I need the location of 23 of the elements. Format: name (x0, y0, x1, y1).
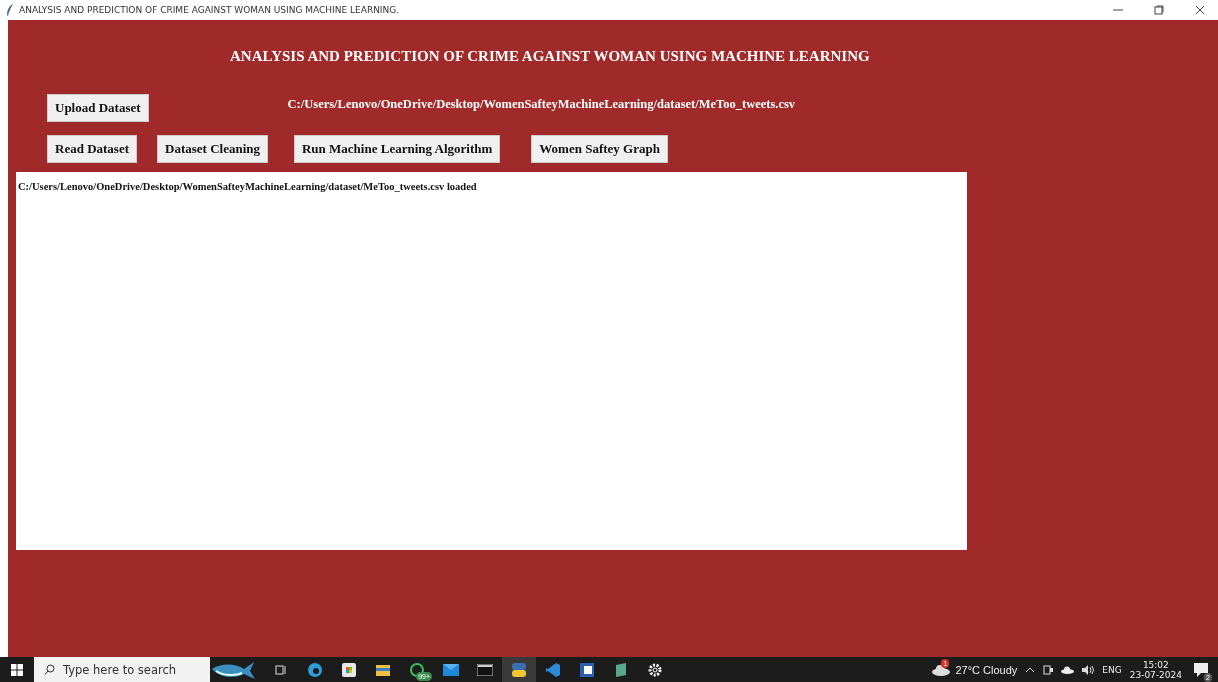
message-icon (1194, 662, 1208, 677)
action-button[interactable]: Women Saftey Graph (531, 135, 668, 163)
language-indicator[interactable]: ENG (1102, 664, 1122, 675)
action-button[interactable]: Read Dataset (47, 135, 137, 163)
upload-dataset-button[interactable]: Upload Dataset (47, 94, 149, 122)
output-text-area[interactable]: C:/Users/Lenovo/OneDrive/Desktop/WomenSafteyMachineLearning/dataset/MeToo_tweets.csv loaded (16, 172, 967, 550)
close-icon (1195, 5, 1205, 15)
cloud-icon (932, 663, 951, 676)
clock[interactable]: 15:02 23-07-2024 (1129, 659, 1182, 680)
action-button[interactable]: Dataset Cleaning (157, 135, 268, 163)
windows-logo-icon (11, 663, 23, 676)
search-field[interactable]: Type here to search (34, 657, 210, 682)
chevron-up-icon[interactable] (1025, 666, 1036, 673)
window-title: ANALYSIS AND PREDICTION OF CRIME AGAINST WOMAN USING MACHINE LEARNING. (19, 5, 401, 15)
dataset-path-label: C:/Users/Lenovo/OneDrive/Desktop/WomenSafteyMachineLearning/dataset/MeToo_tweets.csv (287, 96, 796, 112)
action-button[interactable]: Run Machine Learning Algorithm (294, 135, 501, 163)
speaker-icon[interactable] (1082, 664, 1095, 675)
restore-icon (1154, 5, 1164, 15)
output-line: C:/Users/Lenovo/OneDrive/Desktop/WomenSafteyMachineLearning/dataset/MeToo_tweets.csv loaded (18, 181, 477, 192)
feather-icon (6, 4, 14, 16)
app-heading: ANALYSIS AND PREDICTION OF CRIME AGAINST WOMAN USING MACHINE LEARNING (230, 48, 871, 65)
cloud-icon[interactable] (1061, 665, 1075, 674)
search-icon (44, 664, 55, 675)
